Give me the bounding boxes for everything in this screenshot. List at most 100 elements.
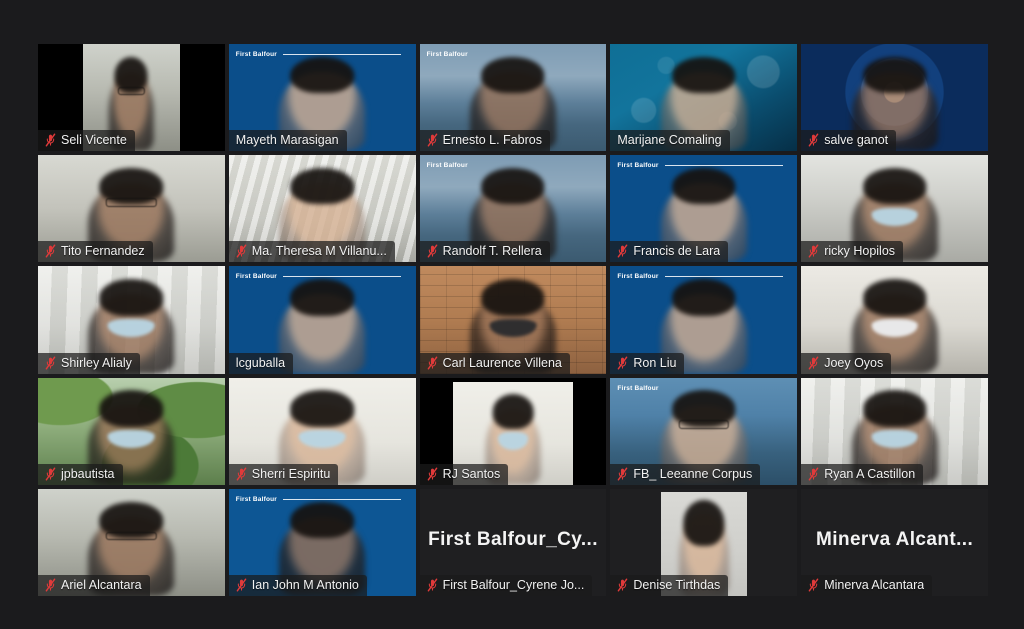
eyeglasses [106,531,157,541]
participant-hair [492,394,534,430]
participant-tile[interactable]: Minerva Alcant... Minerva Alcantara [801,488,988,596]
mic-muted-icon [618,467,628,481]
participant-name: Ron Liu [633,355,677,370]
participant-name: Tito Fernandez [61,244,145,259]
participant-name: Ernesto L. Fabros [442,133,542,148]
participant-tile[interactable]: Ariel Alcantara [38,488,225,596]
participant-hair [290,56,354,94]
participant-hair [481,279,545,316]
participant-name: Mayeth Marasigan [235,133,339,148]
participant-tile[interactable]: First Balfour FB_ Leeanne Corpus [610,377,798,485]
participant-hair [290,279,354,316]
participant-nameplate: Marijane Comaling [610,130,730,152]
participant-nameplate: Carl Laurence Villena [419,352,570,374]
participant-tile[interactable]: Tito Fernandez [38,155,225,263]
participant-nameplate: Ernesto L. Fabros [419,130,550,152]
participant-nameplate: Francis de Lara [610,241,729,263]
participant-name: Joey Oyos [824,355,884,370]
participant-nameplate: lcguballa [228,352,294,374]
participant-nameplate: Minerva Alcantara [801,574,933,596]
participant-hair [481,168,545,205]
participant-name: Shirley Alialy [61,355,132,370]
participant-name: Seli Vicente [61,133,127,148]
eyeglasses [106,198,157,207]
participant-tile[interactable]: First Balfour_Cy... First Balfour_Cyrene … [419,488,607,596]
mic-muted-icon [427,578,437,592]
participant-name: jpbautista [61,466,115,481]
participant-name: FB_ Leeanne Corpus [633,466,753,481]
mic-muted-icon [618,244,628,258]
participant-nameplate: Ron Liu [610,352,685,374]
participant-name: Francis de Lara [633,244,721,259]
mic-muted-icon [45,356,56,370]
participant-nameplate: Ariel Alcantara [38,574,150,596]
participant-hair [683,500,725,547]
mic-muted-icon [45,467,56,481]
eyeglasses [118,86,145,96]
participant-hair [862,279,927,316]
participant-name: Ariel Alcantara [61,577,142,592]
participant-tile[interactable]: Sherri Espiritu [228,377,416,485]
participant-hair [290,501,354,539]
zoom-gallery-window: Seli Vicente First Balfour Mayeth Marasiga… [0,0,1024,629]
participant-name: lcguballa [235,355,286,370]
participant-tile[interactable]: First Balfour Mayeth Marasigan [228,44,416,152]
participant-grid: Seli Vicente First Balfour Mayeth Marasiga… [38,44,988,596]
mic-muted-icon [427,467,437,481]
video-off-display-name: Minerva Alcant... [816,529,974,551]
participant-tile[interactable]: Joey Oyos [801,266,988,374]
participant-name: Ryan A Castillon [824,466,916,481]
mic-muted-icon [618,578,628,592]
participant-name: Denise Tirthdas [633,577,721,592]
mic-muted-icon [45,244,56,258]
participant-nameplate: jpbautista [38,463,123,485]
participant-hair [99,279,164,316]
participant-tile[interactable]: First Balfour Ron Liu [610,266,798,374]
participant-nameplate: Ma. Theresa M Villanu... [228,241,395,263]
participant-name: Sherri Espiritu [251,466,331,481]
participant-hair [862,56,927,94]
participant-nameplate: Mayeth Marasigan [228,130,347,152]
participant-name: Minerva Alcantara [824,577,925,592]
participant-nameplate: Joey Oyos [801,352,892,374]
mic-muted-icon [236,578,247,592]
participant-tile[interactable]: salve ganot [801,44,988,152]
participant-tile[interactable]: Denise Tirthdas [610,488,798,596]
participant-nameplate: First Balfour_Cyrene Jo... [419,574,593,596]
participant-name: Ma. Theresa M Villanu... [251,244,387,259]
mic-muted-icon [236,244,247,258]
participant-tile[interactable]: First Balfour Randolf T. Rellera [419,155,607,263]
participant-hair [290,390,354,427]
participant-hair [862,168,927,205]
participant-name: ricky Hopilos [824,244,896,259]
participant-tile[interactable]: Ryan A Castillon [801,377,988,485]
participant-tile[interactable]: RJ Santos [419,377,607,485]
participant-name: First Balfour_Cyrene Jo... [442,577,585,592]
participant-tile[interactable]: Carl Laurence Villena [419,266,607,374]
mic-muted-icon [45,578,56,592]
mic-muted-icon [427,244,437,258]
participant-name: Randolf T. Rellera [442,244,542,259]
mic-muted-icon [808,467,819,481]
mic-muted-icon [427,356,437,370]
participant-tile[interactable]: First Balfour Ian John M Antonio [228,488,416,596]
participant-tile[interactable]: Seli Vicente [38,44,225,152]
participant-tile[interactable]: jpbautista [38,377,225,485]
participant-tile[interactable]: Shirley Alialy [38,266,225,374]
participant-hair [290,168,354,205]
participant-nameplate: Tito Fernandez [38,241,153,263]
participant-hair [672,56,736,94]
participant-nameplate: FB_ Leeanne Corpus [610,463,761,485]
participant-hair [672,168,736,205]
participant-tile[interactable]: ricky Hopilos [801,155,988,263]
mic-muted-icon [236,467,247,481]
participant-tile[interactable]: Ma. Theresa M Villanu... [228,155,416,263]
participant-name: Ian John M Antonio [251,577,359,592]
participant-tile[interactable]: First Balfour Ernesto L. Fabros [419,44,607,152]
mic-muted-icon [45,133,56,147]
participant-tile[interactable]: First Balfour lcguballa [228,266,416,374]
participant-tile[interactable]: Marijane Comaling [610,44,798,152]
participant-name: Marijane Comaling [617,133,722,148]
participant-nameplate: Sherri Espiritu [228,463,339,485]
participant-tile[interactable]: First Balfour Francis de Lara [610,155,798,263]
